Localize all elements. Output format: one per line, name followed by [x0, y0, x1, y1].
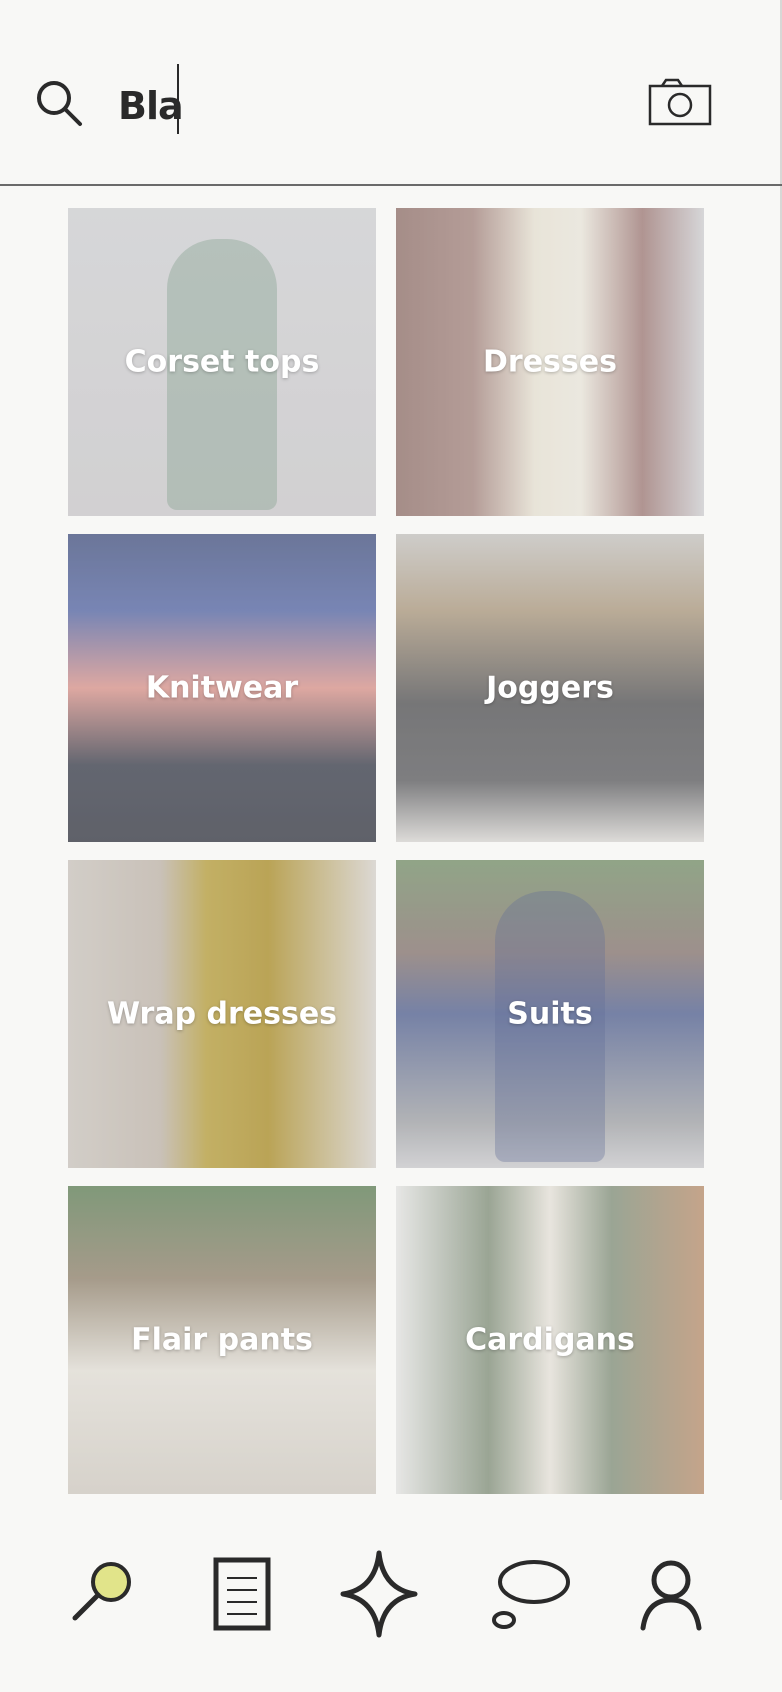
nav-messages-button[interactable] — [486, 1544, 576, 1644]
document-icon — [213, 1557, 271, 1631]
category-label: Flair pants — [131, 1322, 313, 1358]
bottom-nav — [0, 1500, 782, 1692]
category-label: Corset tops — [124, 344, 320, 380]
nav-document-button[interactable] — [197, 1544, 287, 1644]
category-tile-cardigans[interactable]: Cardigans — [396, 1186, 704, 1494]
camera-icon[interactable] — [648, 78, 712, 126]
category-tile-suits[interactable]: Suits — [396, 860, 704, 1168]
category-label: Wrap dresses — [106, 996, 338, 1032]
category-tile-knitwear[interactable]: Knitwear — [68, 534, 376, 842]
search-icon[interactable] — [34, 78, 84, 128]
nav-search-button[interactable] — [60, 1544, 150, 1644]
app-screen: Bla Corset tops Dresses Knitwear Joggers… — [0, 0, 782, 1692]
nav-profile-button[interactable] — [626, 1544, 716, 1644]
category-tile-wrap-dresses[interactable]: Wrap dresses — [68, 860, 376, 1168]
category-label: Dresses — [483, 344, 617, 380]
category-tile-joggers[interactable]: Joggers — [396, 534, 704, 842]
sparkle-icon — [340, 1550, 418, 1638]
search-bar: Bla — [0, 0, 782, 186]
category-label: Suits — [507, 996, 593, 1032]
category-label: Joggers — [486, 670, 614, 706]
category-label: Cardigans — [465, 1322, 635, 1358]
text-cursor — [177, 64, 179, 134]
search-input[interactable]: Bla — [118, 76, 184, 136]
profile-icon — [640, 1560, 702, 1631]
category-tile-flair-pants[interactable]: Flair pants — [68, 1186, 376, 1494]
chat-bubble-icon — [492, 1560, 570, 1629]
nav-discover-button[interactable] — [334, 1544, 424, 1644]
category-grid: Corset tops Dresses Knitwear Joggers Wra… — [68, 208, 704, 1494]
category-tile-dresses[interactable]: Dresses — [396, 208, 704, 516]
category-label: Knitwear — [145, 670, 299, 706]
search-icon — [72, 1562, 131, 1621]
category-tile-corset-tops[interactable]: Corset tops — [68, 208, 376, 516]
